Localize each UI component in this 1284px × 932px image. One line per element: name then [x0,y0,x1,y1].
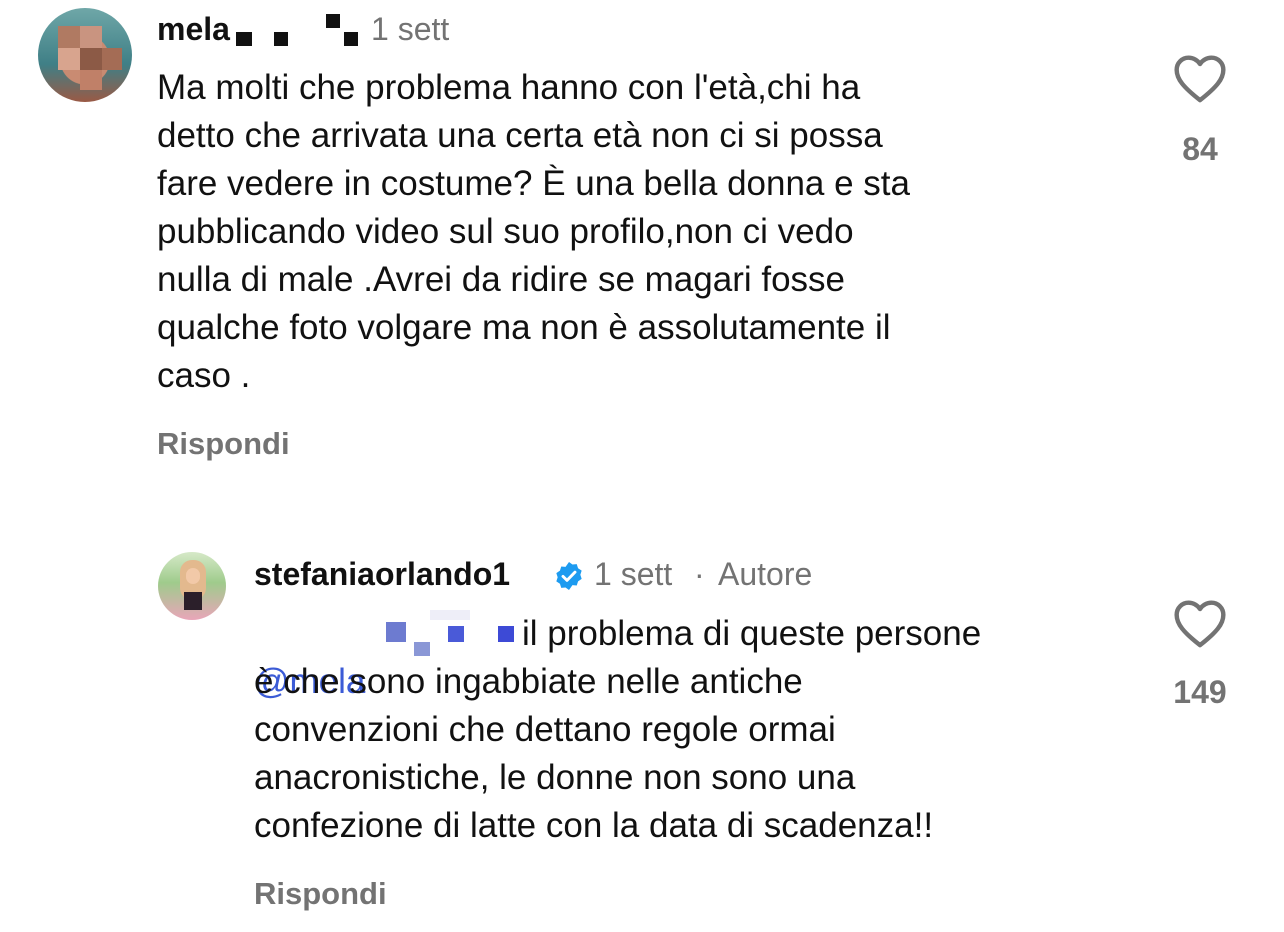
like-button[interactable] [1172,597,1228,649]
redaction-block [448,626,464,642]
avatar[interactable] [158,552,226,620]
reply-username[interactable]: stefaniaorlando1 [254,556,510,593]
redaction-block [414,642,430,656]
reply-text-first-line: il problema di queste persone [522,614,982,653]
comment-username[interactable]: mela [157,11,230,48]
reply-text: è che sono ingabbiate nelle antiche conv… [254,662,934,845]
redaction-block [326,14,340,28]
redaction-block [430,610,470,620]
comment-text: Ma molti che problema hanno con l'età,ch… [157,68,910,395]
like-count: 84 [1182,131,1218,167]
author-badge: Autore [718,556,813,592]
redaction-block [386,622,406,642]
redaction-block [274,32,288,46]
like-button[interactable] [1172,52,1228,104]
heart-outline-icon [1174,55,1226,103]
reply-button[interactable]: Rispondi [254,876,387,912]
reply-button[interactable]: Rispondi [157,426,290,462]
redaction-block [344,32,358,46]
comment-timestamp: 1 sett [371,11,450,47]
like-count: 149 [1173,674,1227,710]
redaction-block [498,626,514,642]
avatar[interactable] [38,8,132,102]
verified-badge-icon [553,560,585,592]
separator-dot: · [694,556,705,592]
reply-timestamp: 1 sett [594,556,673,592]
heart-outline-icon [1174,600,1226,648]
redaction-block [236,32,252,46]
